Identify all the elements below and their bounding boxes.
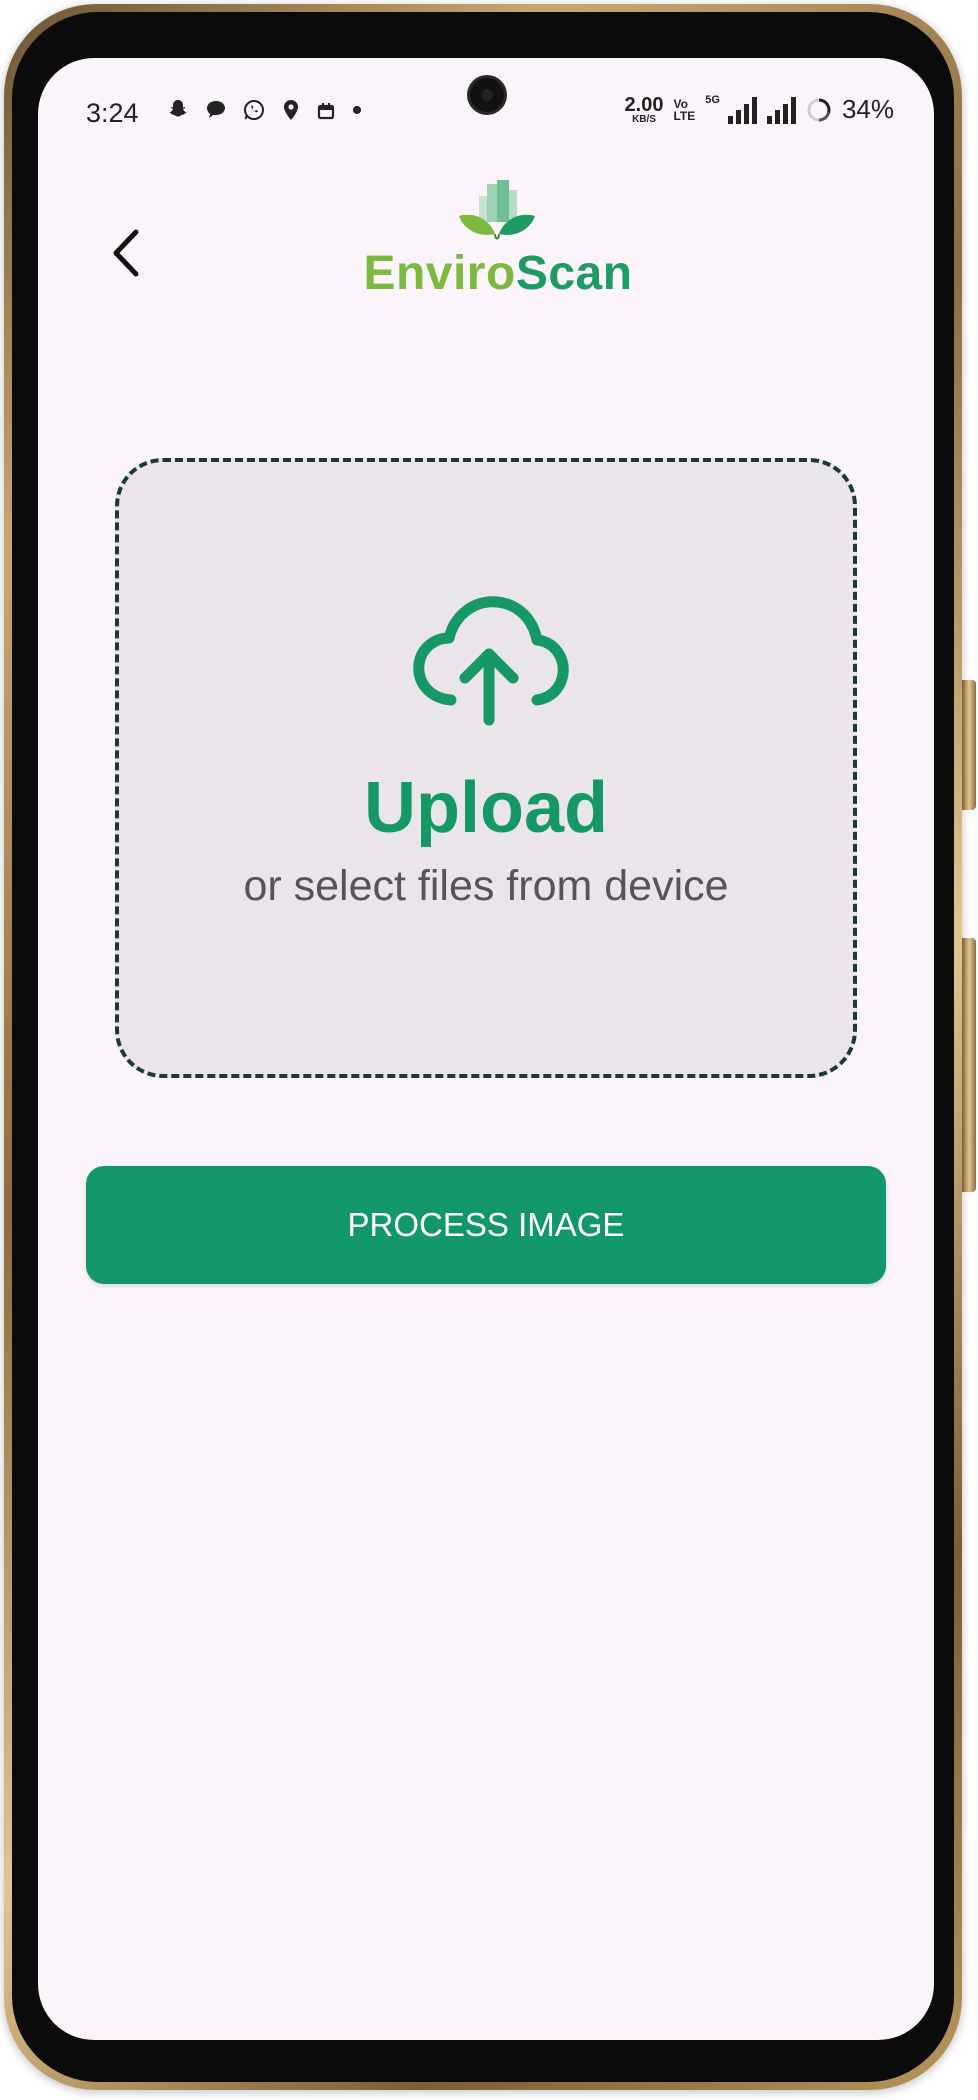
back-button[interactable] xyxy=(98,218,158,288)
signal-icon-2 xyxy=(766,96,796,124)
network-speed-value: 2.00 xyxy=(624,93,664,116)
system-indicators: 2.00 KB/S Vo LTE 5G 34% xyxy=(625,94,894,125)
network-type: 5G xyxy=(705,94,720,106)
upload-subtitle: or select files from device xyxy=(243,862,729,910)
app-logo: EnviroScan xyxy=(338,178,658,308)
battery-percent: 34% xyxy=(841,94,894,124)
snapchat-icon xyxy=(166,98,190,130)
logo-part-scan: Scan xyxy=(515,247,633,300)
notification-icons xyxy=(166,98,364,130)
upload-title: Upload xyxy=(364,768,608,848)
status-bar: 3:24 2.00 KB/S Vo LTE 5G 34% xyxy=(38,58,934,168)
volte-bottom: LTE xyxy=(673,108,696,123)
volte-top: Vo xyxy=(673,96,688,111)
chat-bubble-icon xyxy=(204,98,228,130)
network-speed-unit: KB/S xyxy=(632,113,656,125)
building-leaf-icon xyxy=(459,180,535,240)
front-camera xyxy=(467,75,507,115)
location-icon xyxy=(280,98,302,130)
upload-dropzone[interactable]: Upload or select files from device xyxy=(115,458,857,1078)
process-image-button[interactable]: PROCESS IMAGE xyxy=(86,1166,886,1284)
calendar-icon xyxy=(316,99,336,129)
whatsapp-icon xyxy=(242,98,266,130)
power-button xyxy=(962,938,976,1192)
status-time: 3:24 xyxy=(86,98,139,128)
volte-indicator: Vo LTE xyxy=(673,98,695,122)
app-screen: 3:24 2.00 KB/S Vo LTE 5G 34% EnviroScan … xyxy=(38,58,934,2040)
cloud-upload-icon xyxy=(413,596,569,726)
volume-button xyxy=(962,680,976,810)
phone-frame: 3:24 2.00 KB/S Vo LTE 5G 34% EnviroScan … xyxy=(4,4,976,2090)
signal-icon xyxy=(727,96,757,124)
chevron-left-icon xyxy=(113,229,139,277)
logo-wordmark: EnviroScan xyxy=(338,246,658,301)
dot-icon xyxy=(350,98,364,130)
network-speed: 2.00 KB/S xyxy=(625,95,664,125)
logo-part-enviro: Enviro xyxy=(363,247,516,300)
battery-ring-icon xyxy=(807,98,831,121)
